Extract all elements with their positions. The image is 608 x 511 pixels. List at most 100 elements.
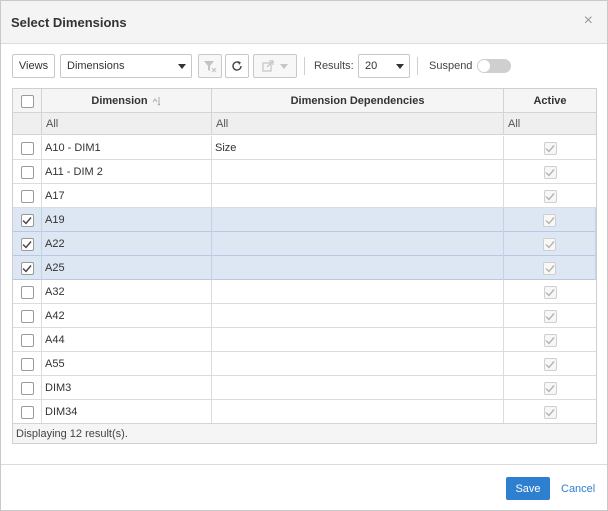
- row-checkbox[interactable]: [20, 237, 34, 251]
- row-checkbox[interactable]: [20, 213, 34, 227]
- dimension-cell: DIM34: [42, 400, 212, 424]
- filter-active[interactable]: All: [504, 113, 596, 135]
- table-row[interactable]: A19: [13, 208, 596, 232]
- row-checkbox[interactable]: [20, 141, 34, 155]
- export-icon: [262, 60, 274, 72]
- active-cell: [504, 232, 596, 256]
- toolbar-divider: [417, 57, 418, 75]
- dialog-title: Select Dimensions: [11, 15, 127, 30]
- dependencies-cell: [212, 376, 504, 400]
- row-checkbox[interactable]: [20, 381, 34, 395]
- active-cell: [504, 328, 596, 352]
- dependencies-cell: [212, 184, 504, 208]
- column-header-active[interactable]: Active: [504, 89, 596, 113]
- export-button[interactable]: [253, 54, 297, 78]
- dimension-cell: DIM3: [42, 376, 212, 400]
- row-checkbox[interactable]: [20, 165, 34, 179]
- save-button[interactable]: Save: [506, 477, 550, 500]
- row-checkbox[interactable]: [20, 189, 34, 203]
- table-row[interactable]: A55: [13, 352, 596, 376]
- row-checkbox[interactable]: [20, 405, 34, 419]
- dependencies-cell: [212, 328, 504, 352]
- active-checkbox: [543, 261, 556, 275]
- table-row[interactable]: A22: [13, 232, 596, 256]
- dimension-cell: A11 - DIM 2: [42, 160, 212, 184]
- dependencies-cell: [212, 256, 504, 280]
- filter-spacer: [13, 113, 42, 135]
- table-row[interactable]: A10 - DIM1 Size: [13, 136, 596, 160]
- cancel-link[interactable]: Cancel: [561, 483, 595, 495]
- table-row[interactable]: A17: [13, 184, 596, 208]
- filter-row: All All All: [13, 113, 596, 135]
- dependencies-cell: [212, 400, 504, 424]
- active-checkbox: [543, 333, 557, 347]
- row-checkbox[interactable]: [20, 285, 34, 299]
- row-select-cell: [13, 184, 42, 208]
- select-all-checkbox[interactable]: [20, 94, 34, 108]
- views-button[interactable]: Views: [12, 54, 55, 78]
- dependencies-cell: [212, 208, 504, 232]
- grid-toolbar: Views Dimensions Results: 20 Suspend: [12, 54, 602, 78]
- select-all-cell: [13, 89, 42, 113]
- table-row[interactable]: A11 - DIM 2: [13, 160, 596, 184]
- result-count-text: Displaying 12 result(s).: [16, 428, 128, 440]
- dialog-footer: Save Cancel: [1, 464, 607, 510]
- table-row[interactable]: A32: [13, 280, 596, 304]
- dimension-cell: A44: [42, 328, 212, 352]
- sort-icon[interactable]: [152, 96, 162, 107]
- table-row[interactable]: A42: [13, 304, 596, 328]
- filter-dimension[interactable]: All: [42, 113, 212, 135]
- refresh-icon: [232, 61, 242, 71]
- view-select-value: Dimensions: [67, 60, 125, 72]
- row-select-cell: [13, 304, 42, 328]
- dependencies-cell: Size: [212, 136, 504, 160]
- filter-dependencies[interactable]: All: [212, 113, 504, 135]
- clear-filter-button[interactable]: [198, 54, 222, 78]
- row-checkbox[interactable]: [20, 333, 34, 347]
- toggle-knob: [478, 60, 490, 72]
- dimension-cell: A32: [42, 280, 212, 304]
- table-row[interactable]: A25: [13, 256, 596, 280]
- row-checkbox[interactable]: [20, 309, 34, 323]
- active-cell: [504, 376, 596, 400]
- row-checkbox[interactable]: [20, 357, 34, 371]
- table-row[interactable]: DIM34: [13, 400, 596, 424]
- row-select-cell: [13, 160, 42, 184]
- dependencies-cell: [212, 280, 504, 304]
- chevron-down-icon: [396, 64, 404, 69]
- row-select-cell: [13, 328, 42, 352]
- table-row[interactable]: A44: [13, 328, 596, 352]
- column-header-dependencies[interactable]: Dimension Dependencies: [212, 89, 504, 113]
- active-cell: [504, 184, 596, 208]
- active-checkbox: [543, 141, 557, 155]
- view-select[interactable]: Dimensions: [60, 54, 192, 78]
- row-select-cell: [13, 280, 42, 304]
- close-icon[interactable]: ×: [584, 11, 593, 31]
- dependencies-cell: [212, 304, 504, 328]
- active-cell: [504, 352, 596, 376]
- select-dimensions-dialog: Select Dimensions × Views Dimensions Res…: [0, 0, 608, 511]
- active-cell: [504, 136, 596, 160]
- row-select-cell: [13, 232, 42, 256]
- active-checkbox: [543, 309, 557, 323]
- suspend-label: Suspend: [429, 60, 473, 72]
- table-row[interactable]: DIM3: [13, 376, 596, 400]
- active-cell: [504, 304, 596, 328]
- dimension-cell: A19: [42, 208, 212, 232]
- row-select-cell: [13, 208, 42, 232]
- grid-header: Dimension Dimension Dependencies Active: [13, 89, 596, 113]
- active-cell: [504, 208, 596, 232]
- active-checkbox: [543, 213, 556, 227]
- refresh-button[interactable]: [225, 54, 249, 78]
- row-checkbox[interactable]: [20, 261, 34, 275]
- suspend-toggle[interactable]: [477, 59, 511, 73]
- results-per-page-select[interactable]: 20: [358, 54, 410, 78]
- active-checkbox: [543, 381, 557, 395]
- active-cell: [504, 280, 596, 304]
- dimension-cell: A25: [42, 256, 212, 280]
- column-header-label: Dimension: [91, 95, 148, 107]
- active-checkbox: [543, 237, 556, 251]
- chevron-down-icon: [178, 64, 186, 69]
- dimension-cell: A17: [42, 184, 212, 208]
- column-header-dimension[interactable]: Dimension: [42, 89, 212, 113]
